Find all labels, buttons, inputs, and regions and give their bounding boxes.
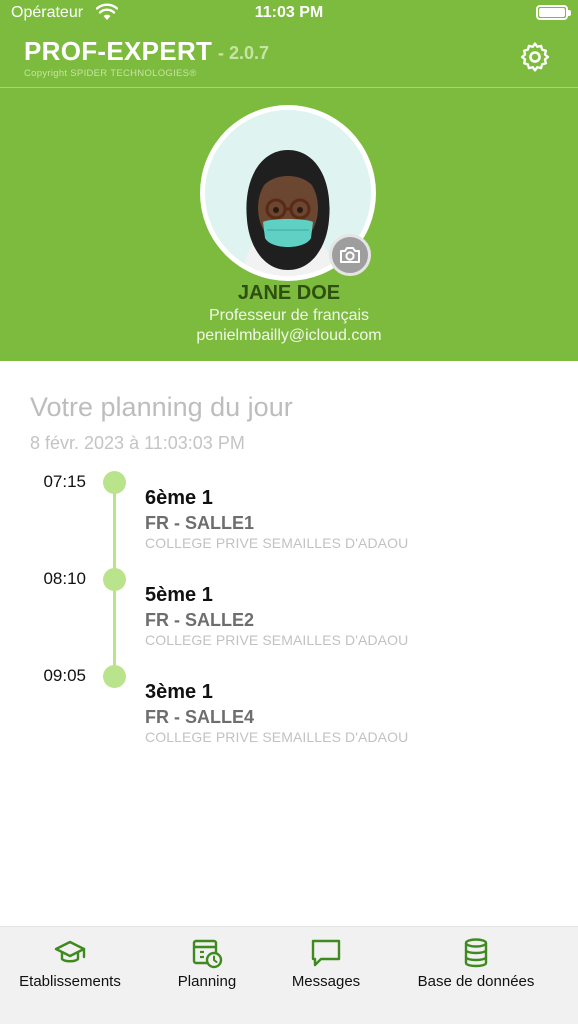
timeline-room: FR - SALLE2 [145,610,255,630]
planning-title: Votre planning du jour [30,392,293,422]
tab-etablissements[interactable]: Etablissements [14,937,126,990]
camera-icon[interactable] [329,234,371,276]
planning-date: 8 févr. 2023 à 11:03:03 PM [30,433,245,453]
tab-label: Messages [291,973,361,990]
profile-header: Opérateur 11:03 PM PROF-EXPERT - 2.0.7 C… [0,0,578,361]
timeline-item[interactable]: 08:10 5ème 1 FR - SALLE2 COLLEGE PRIVE S… [0,568,578,665]
timeline-class: 3ème 1 [145,681,213,703]
gear-icon[interactable] [518,40,552,74]
timeline-class: 5ème 1 [145,584,213,606]
copyright-text: Copyright SPIDER TECHNOLOGIES® [24,68,197,79]
tab-planning[interactable]: Planning [170,937,244,990]
tab-bar: Etablissements Planning Messages Base de… [0,926,578,1024]
calendar-clock-icon [192,939,223,969]
timeline-dot [103,665,126,688]
profile-email: penielmbailly@icloud.com [196,327,382,344]
tab-base-de-donnees[interactable]: Base de données [410,937,542,990]
app-version: - 2.0.7 [218,43,270,63]
timeline-school: COLLEGE PRIVE SEMAILLES D'ADAOU [145,729,409,745]
timeline-school: COLLEGE PRIVE SEMAILLES D'ADAOU [145,632,409,648]
timeline-class: 6ème 1 [145,487,213,509]
timeline-item[interactable]: 09:05 3ème 1 FR - SALLE4 COLLEGE PRIVE S… [0,665,578,762]
graduation-cap-icon [54,940,86,963]
database-icon [464,938,488,968]
timeline-school: COLLEGE PRIVE SEMAILLES D'ADAOU [145,535,409,551]
timeline-room: FR - SALLE4 [145,707,255,727]
timeline-room: FR - SALLE1 [145,513,255,533]
battery-icon [536,5,571,20]
tab-label: Planning [177,973,237,990]
timeline-item[interactable]: 07:15 6ème 1 FR - SALLE1 COLLEGE PRIVE S… [0,471,578,568]
message-icon [311,939,341,967]
timeline-time: 09:05 [43,666,86,685]
timeline-time: 08:10 [43,569,86,588]
tab-messages[interactable]: Messages [286,937,366,990]
clock: 11:03 PM [254,4,324,21]
status-bar: Opérateur 11:03 PM [0,0,578,28]
timeline-time: 07:15 [43,472,86,491]
timeline-dot [103,471,126,494]
profile-name: JANE DOE [237,282,341,304]
app-title: PROF-EXPERT [24,36,213,66]
app-bar: PROF-EXPERT - 2.0.7 Copyright SPIDER TEC… [0,28,578,88]
tab-label: Etablissements [19,973,121,990]
tab-label: Base de données [417,973,535,990]
profile-role: Professeur de français [208,307,370,324]
timeline-dot [103,568,126,591]
